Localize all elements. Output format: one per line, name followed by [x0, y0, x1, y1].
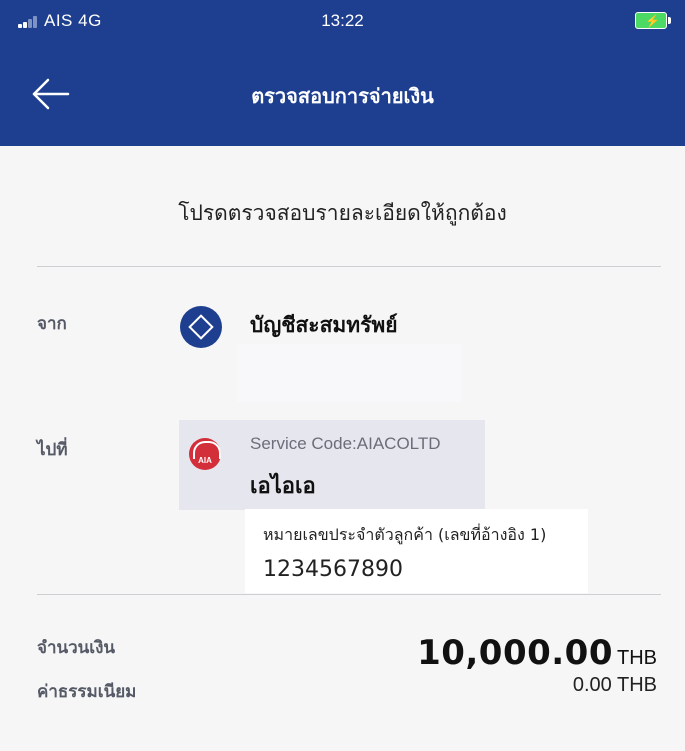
account-number-placeholder — [237, 344, 461, 402]
status-bar: AIS 4G 13:22 ⚡ — [0, 0, 685, 42]
divider — [37, 266, 661, 267]
payee-name: เอไอเอ — [250, 474, 316, 499]
nav-bar: ตรวจสอบการจ่ายเงิน — [0, 42, 685, 146]
battery-charging-icon: ⚡ — [635, 12, 671, 29]
fee-label: ค่าธรรมเนียม — [37, 682, 137, 702]
payment-review-screen: AIS 4G 13:22 ⚡ ตรวจสอบการจ่ายเงิน โปรดตร… — [0, 0, 685, 751]
amount-currency: THB — [617, 647, 657, 669]
page-title: ตรวจสอบการจ่ายเงิน — [251, 84, 434, 108]
payee-card: AIA Service Code:AIACOLTD เอไอเอ — [179, 420, 485, 510]
service-code: Service Code:AIACOLTD — [250, 434, 441, 453]
fee-value: 0.00 THB — [572, 674, 657, 696]
amount-label: จำนวนเงิน — [37, 638, 116, 658]
review-content: โปรดตรวจสอบรายละเอียดให้ถูกต้อง จาก บัญช… — [0, 146, 685, 751]
reference-box: หมายเลขประจำตัวลูกค้า (เลขที่อ้างอิง 1) … — [245, 509, 588, 593]
diamond-bank-icon — [180, 306, 222, 348]
clock: 13:22 — [321, 11, 364, 30]
divider — [37, 594, 661, 595]
reference-label: หมายเลขประจำตัวลูกค้า (เลขที่อ้างอิง 1) — [263, 525, 547, 544]
from-account-name: บัญชีสะสมทรัพย์ — [250, 313, 398, 337]
instruction-text: โปรดตรวจสอบรายละเอียดให้ถูกต้อง — [178, 201, 507, 225]
aia-logo: AIA — [189, 438, 221, 470]
amount-number: 10,000.00 — [417, 633, 613, 673]
to-label: ไปที่ — [37, 440, 68, 460]
reference-value: 1234567890 — [263, 557, 403, 582]
amount-value: 10,000.00 THB — [417, 633, 657, 673]
from-label: จาก — [37, 314, 67, 334]
